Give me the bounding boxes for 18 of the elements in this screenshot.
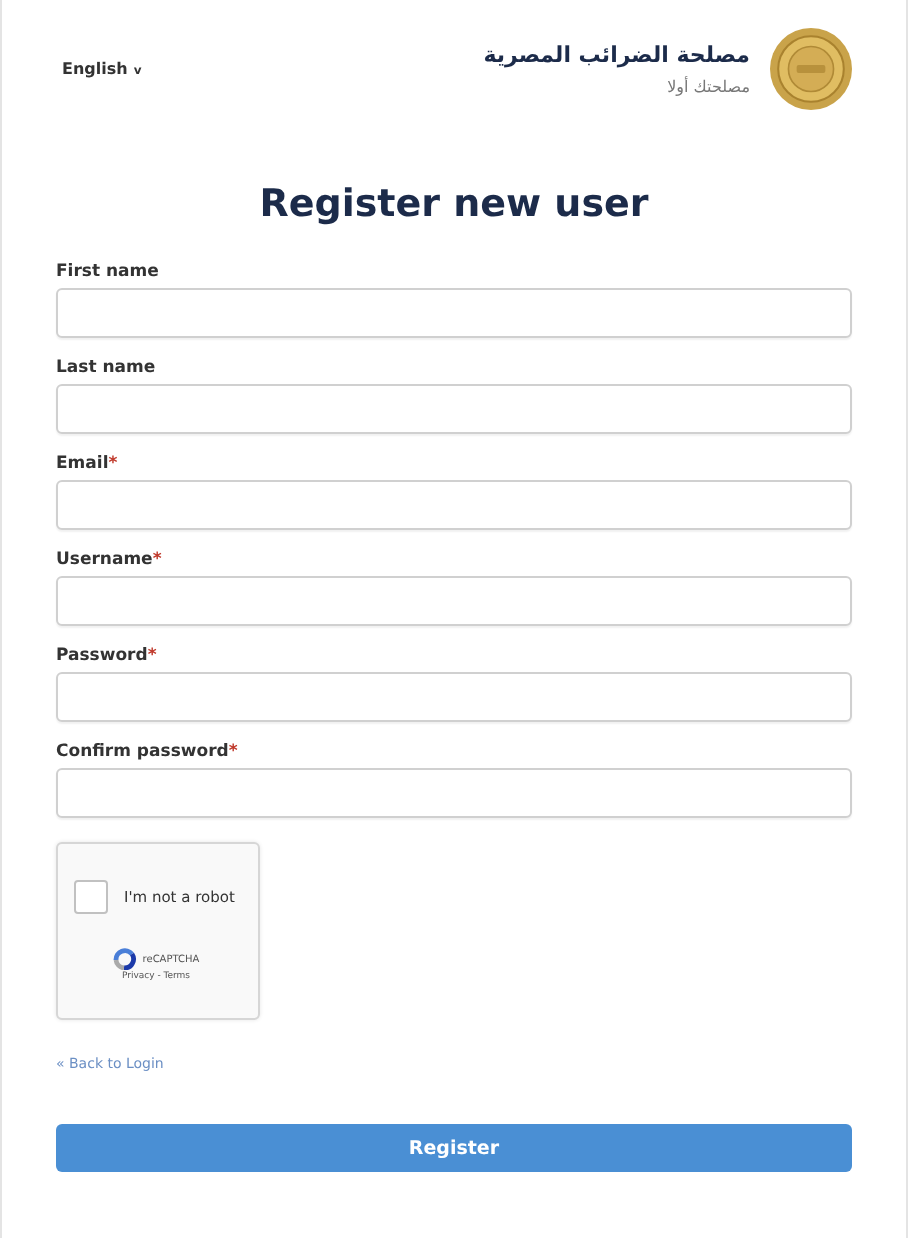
page-title: Register new user bbox=[257, 182, 651, 226]
field-label: First name bbox=[56, 262, 159, 282]
recaptcha-logo-icon bbox=[112, 948, 139, 970]
field-label: Last name bbox=[56, 358, 156, 378]
input-field[interactable] bbox=[56, 288, 852, 338]
seal-logo-icon bbox=[770, 27, 852, 109]
organization-name: مصلحة الضرائب المصرية bbox=[483, 41, 750, 67]
input-field[interactable] bbox=[56, 768, 852, 818]
input-field[interactable] bbox=[56, 672, 852, 722]
organization-slogan: مصلحتك أولا bbox=[667, 77, 750, 95]
field-label: Confirm password* bbox=[56, 742, 238, 762]
input-field[interactable] bbox=[56, 480, 852, 530]
input-field[interactable] bbox=[56, 576, 852, 626]
field-label: Username* bbox=[56, 550, 162, 570]
field-label: Email* bbox=[56, 454, 118, 474]
captcha-checkbox[interactable] bbox=[74, 880, 108, 914]
field-label: Password* bbox=[56, 646, 157, 666]
input-field[interactable] bbox=[56, 384, 852, 434]
